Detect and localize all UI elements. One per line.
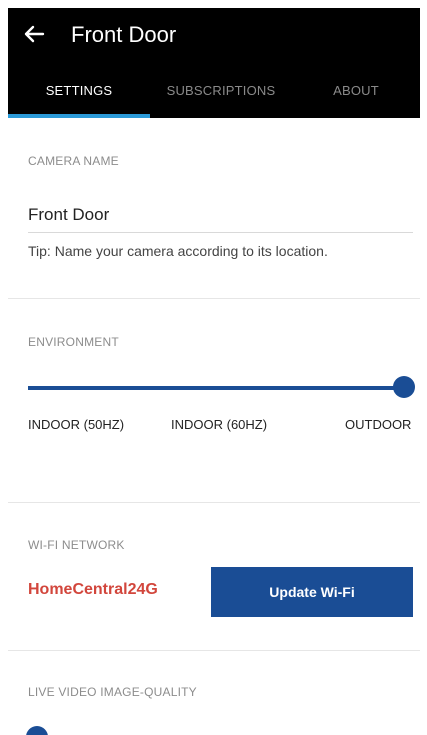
tab-settings-label: SETTINGS [45,82,113,98]
camera-name-input[interactable] [28,198,413,233]
video-quality-slider-thumb[interactable] [26,726,48,735]
environment-option-indoor-50hz[interactable]: INDOOR (50HZ) [28,417,124,432]
tab-subscriptions[interactable]: SUBSCRIPTIONS [150,70,292,118]
section-divider [8,502,420,503]
active-tab-indicator [8,114,150,118]
section-divider [8,650,420,651]
section-divider [8,298,420,299]
environment-option-indoor-60hz[interactable]: INDOOR (60HZ) [171,417,267,432]
environment-slider-track [28,386,404,390]
camera-name-label: CAMERA NAME [28,154,119,168]
wifi-network-name: HomeCentral24G [28,581,158,598]
app-header: Front Door SETTINGS SUBSCRIPTIONS ABOUT [8,8,420,118]
tab-bar: SETTINGS SUBSCRIPTIONS ABOUT [8,70,420,118]
settings-screen: Front Door SETTINGS SUBSCRIPTIONS ABOUT … [8,8,420,735]
environment-slider-thumb[interactable] [393,376,415,398]
arrow-left-icon [23,25,45,48]
tab-about-label: ABOUT [333,82,379,98]
tab-settings[interactable]: SETTINGS [8,70,150,118]
wifi-network-label: WI-FI NETWORK [28,538,125,552]
tab-subscriptions-label: SUBSCRIPTIONS [166,82,276,98]
environment-label: ENVIRONMENT [28,335,119,349]
tab-about[interactable]: ABOUT [292,70,420,118]
camera-name-tip: Tip: Name your camera according to its l… [28,243,328,259]
environment-option-outdoor[interactable]: OUTDOOR [345,417,411,432]
update-wifi-button[interactable]: Update Wi-Fi [211,567,413,617]
environment-slider[interactable] [28,376,416,400]
live-video-quality-label: LIVE VIDEO IMAGE-QUALITY [28,685,197,699]
page-title: Front Door [71,22,177,47]
back-button[interactable] [20,22,48,50]
